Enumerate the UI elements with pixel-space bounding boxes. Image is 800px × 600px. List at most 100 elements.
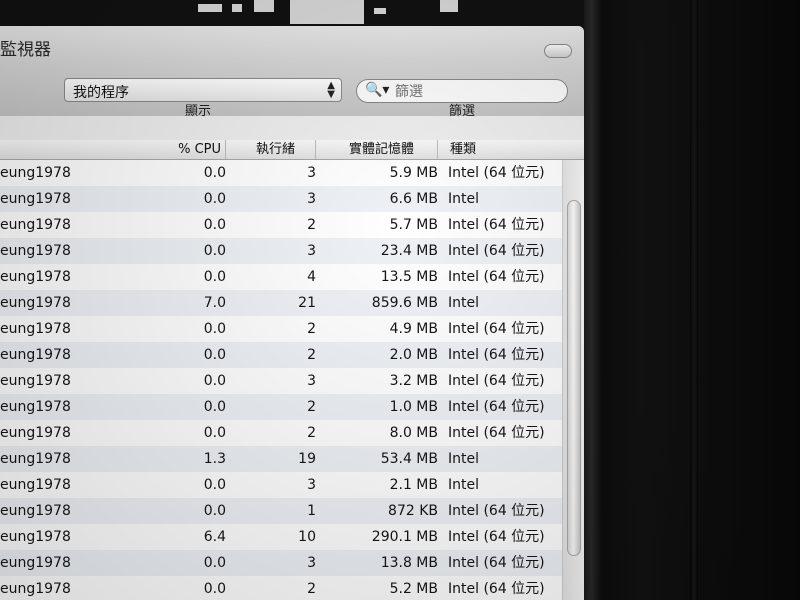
process-kind: Intel	[448, 191, 479, 207]
desktop-pixel-artifact	[290, 0, 364, 24]
process-kind: Intel	[448, 295, 479, 311]
titlebar: 監視器	[0, 26, 584, 64]
process-threads: 2	[307, 217, 316, 233]
process-kind: Intel (64 位元)	[448, 555, 545, 571]
table-row[interactable]: eung1978 0.0 3 6.6 MB Intel	[0, 186, 562, 212]
process-user: eung1978	[0, 477, 71, 493]
process-user: eung1978	[0, 243, 71, 259]
process-user: eung1978	[0, 269, 71, 285]
process-kind: Intel	[448, 451, 479, 467]
process-user: eung1978	[0, 503, 71, 519]
process-user: eung1978	[0, 399, 71, 415]
process-cpu: 0.0	[203, 555, 226, 571]
process-threads: 3	[307, 191, 316, 207]
process-memory: 13.8 MB	[380, 555, 438, 571]
process-cpu: 6.4	[203, 529, 226, 545]
zoom-pill-icon[interactable]	[544, 44, 572, 58]
process-threads: 21	[298, 295, 316, 311]
table-row[interactable]: eung1978 0.0 3 5.9 MB Intel (64 位元)	[0, 160, 562, 186]
process-cpu: 0.0	[203, 191, 226, 207]
process-cpu: 0.0	[203, 477, 226, 493]
process-threads: 3	[307, 373, 316, 389]
table-row[interactable]: eung1978 0.0 3 13.8 MB Intel (64 位元)	[0, 550, 562, 576]
table-row[interactable]: eung1978 0.0 2 5.7 MB Intel (64 位元)	[0, 212, 562, 238]
process-user: eung1978	[0, 581, 71, 597]
process-user: eung1978	[0, 217, 71, 233]
process-memory: 1.0 MB	[389, 399, 438, 415]
process-kind: Intel (64 位元)	[448, 165, 545, 181]
process-cpu: 0.0	[203, 373, 226, 389]
process-threads: 10	[298, 529, 316, 545]
process-cpu: 1.3	[203, 451, 226, 467]
column-header-kind[interactable]: 種類	[448, 140, 562, 159]
table-row[interactable]: eung1978 0.0 2 4.9 MB Intel (64 位元)	[0, 316, 562, 342]
monitor-edge	[690, 0, 698, 600]
process-kind: Intel (64 位元)	[448, 373, 545, 389]
process-user: eung1978	[0, 425, 71, 441]
process-cpu: 0.0	[203, 425, 226, 441]
table-row[interactable]: eung1978 0.0 3 2.1 MB Intel	[0, 472, 562, 498]
column-header-threads[interactable]: 執行緒	[236, 140, 316, 159]
table-row[interactable]: eung1978 0.0 2 2.0 MB Intel (64 位元)	[0, 342, 562, 368]
table-row[interactable]: eung1978 0.0 4 13.5 MB Intel (64 位元)	[0, 264, 562, 290]
table-row[interactable]: eung1978 0.0 2 8.0 MB Intel (64 位元)	[0, 420, 562, 446]
process-kind: Intel (64 位元)	[448, 217, 545, 233]
process-memory: 4.9 MB	[389, 321, 438, 337]
search-input[interactable]	[393, 82, 557, 102]
process-user: eung1978	[0, 191, 71, 207]
process-memory: 13.5 MB	[380, 269, 438, 285]
show-label: 顯示	[185, 104, 212, 119]
table-row[interactable]: eung1978 0.0 2 5.2 MB Intel (64 位元)	[0, 576, 562, 600]
table-row[interactable]: eung1978 7.0 21 859.6 MB Intel	[0, 290, 562, 316]
table-row[interactable]: eung1978 0.0 3 3.2 MB Intel (64 位元)	[0, 368, 562, 394]
process-threads: 2	[307, 347, 316, 363]
filter-label: 篩選	[449, 104, 476, 119]
table-row[interactable]: eung1978 0.0 3 23.4 MB Intel (64 位元)	[0, 238, 562, 264]
table-row[interactable]: eung1978 6.4 10 290.1 MB Intel (64 位元)	[0, 524, 562, 550]
table-row[interactable]: eung1978 0.0 2 1.0 MB Intel (64 位元)	[0, 394, 562, 420]
process-memory: 5.2 MB	[389, 581, 438, 597]
process-cpu: 0.0	[203, 503, 226, 519]
process-cpu: 0.0	[203, 399, 226, 415]
process-kind: Intel (64 位元)	[448, 503, 545, 519]
process-kind: Intel (64 位元)	[448, 581, 545, 597]
desktop-pixel-artifact	[232, 4, 242, 12]
process-kind: Intel (64 位元)	[448, 399, 545, 415]
vertical-scrollbar[interactable]	[562, 160, 584, 600]
process-cpu: 0.0	[203, 165, 226, 181]
process-cpu: 0.0	[203, 217, 226, 233]
process-cpu: 0.0	[203, 269, 226, 285]
process-user: eung1978	[0, 321, 71, 337]
process-threads: 3	[307, 477, 316, 493]
process-memory: 5.7 MB	[389, 217, 438, 233]
table-row[interactable]: eung1978 1.3 19 53.4 MB Intel	[0, 446, 562, 472]
process-threads: 4	[307, 269, 316, 285]
process-threads: 3	[307, 555, 316, 571]
scrollbar-thumb[interactable]	[567, 200, 581, 556]
process-threads: 2	[307, 425, 316, 441]
process-memory: 2.1 MB	[389, 477, 438, 493]
activity-monitor-window: 監視器 我的程序 ▲▼ 🔍▾ 顯示 篩選 % CPU 執行緒 實體記憶體 種類 …	[0, 26, 584, 600]
process-cpu: 7.0	[203, 295, 226, 311]
process-threads: 3	[307, 243, 316, 259]
process-memory: 53.4 MB	[380, 451, 438, 467]
process-threads: 3	[307, 165, 316, 181]
process-threads: 2	[307, 581, 316, 597]
column-header-cpu[interactable]: % CPU	[150, 140, 226, 159]
process-user: eung1978	[0, 529, 71, 545]
process-cpu: 0.0	[203, 581, 226, 597]
process-threads: 19	[298, 451, 316, 467]
process-memory: 5.9 MB	[389, 165, 438, 181]
process-threads: 2	[307, 399, 316, 415]
process-table-header: % CPU 執行緒 實體記憶體 種類	[0, 140, 584, 160]
column-header-memory[interactable]: 實體記憶體	[326, 140, 438, 159]
process-memory: 2.0 MB	[389, 347, 438, 363]
table-row[interactable]: eung1978 0.0 1 872 KB Intel (64 位元)	[0, 498, 562, 524]
process-user: eung1978	[0, 347, 71, 363]
process-cpu: 0.0	[203, 243, 226, 259]
process-kind: Intel (64 位元)	[448, 529, 545, 545]
process-kind: Intel (64 位元)	[448, 425, 545, 441]
process-user: eung1978	[0, 373, 71, 389]
process-filter-select[interactable]: 我的程序 ▲ ▼	[64, 78, 342, 102]
desktop-pixel-artifact	[254, 0, 274, 12]
